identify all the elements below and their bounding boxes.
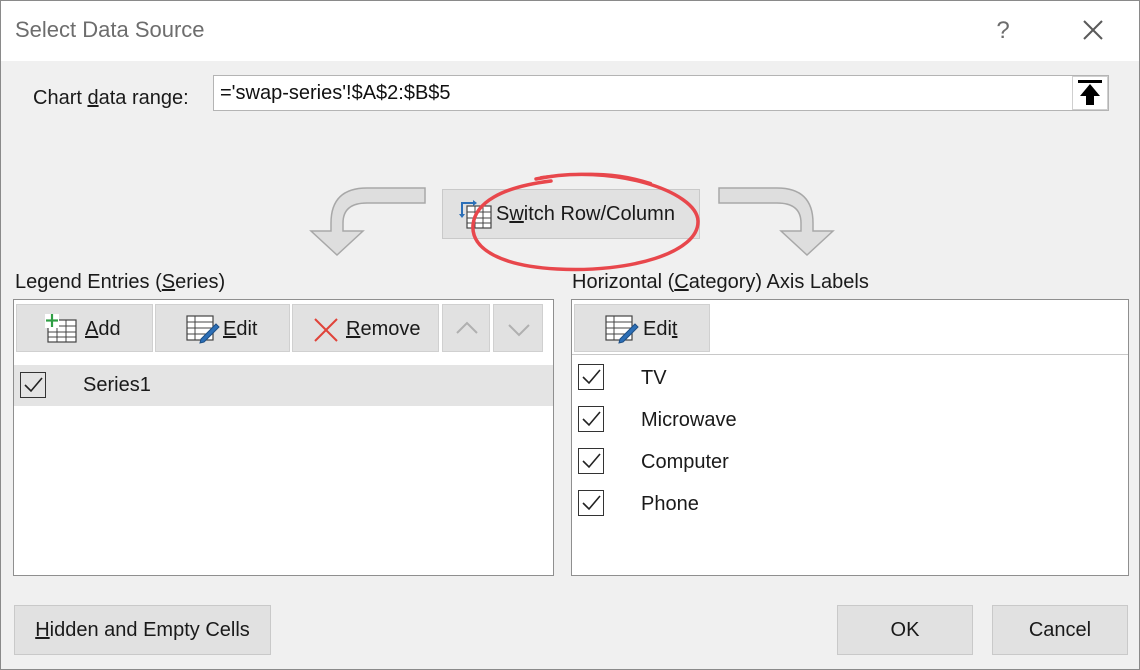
title-bar: Select Data Source ?	[1, 1, 1139, 61]
close-icon	[1083, 20, 1103, 40]
legend-entries-panel: Add Edit Remove Series1	[13, 299, 554, 576]
checkmark-icon	[582, 495, 601, 511]
move-down-button[interactable]	[493, 304, 543, 352]
switch-row-column-label: Switch Row/Column	[496, 203, 675, 225]
category-checkbox[interactable]	[578, 448, 604, 474]
edit-series-label: Edit	[223, 318, 258, 340]
edit-table-icon	[605, 315, 639, 344]
switch-row-column-button[interactable]: Switch Row/Column	[442, 189, 700, 239]
add-series-button[interactable]: Add	[16, 304, 153, 352]
category-checkbox[interactable]	[578, 490, 604, 516]
remove-series-label: Remove	[346, 318, 421, 340]
move-up-button[interactable]	[442, 304, 490, 352]
up-arrow-icon	[1078, 80, 1102, 105]
edit-series-button[interactable]: Edit	[155, 304, 290, 352]
add-series-label: Add	[85, 318, 121, 340]
category-label: Microwave	[641, 409, 737, 431]
checkmark-icon	[582, 411, 601, 427]
remove-x-icon	[314, 318, 338, 342]
chart-data-range-label: Chart data range:	[33, 87, 189, 109]
checkmark-icon	[24, 377, 43, 393]
category-label: Computer	[641, 451, 729, 473]
category-label: Phone	[641, 493, 699, 515]
close-button[interactable]	[1073, 13, 1113, 49]
ok-button[interactable]: OK	[837, 605, 973, 655]
edit-table-icon	[186, 315, 220, 344]
checkmark-icon	[582, 453, 601, 469]
legend-entries-label: Legend Entries (Series)	[15, 271, 226, 293]
category-list-item[interactable]: Microwave	[572, 398, 1128, 440]
category-list-item[interactable]: Phone	[572, 482, 1128, 524]
category-checkbox[interactable]	[578, 406, 604, 432]
select-data-source-dialog: Select Data Source ? Chart data range: =…	[0, 0, 1140, 670]
dialog-title: Select Data Source	[15, 17, 205, 42]
hidden-and-empty-cells-button[interactable]: Hidden and Empty Cells	[14, 605, 271, 655]
curved-arrow-right-icon	[718, 187, 835, 257]
category-axis-panel: Edit TV Microwave Computer Phone	[571, 299, 1129, 576]
help-button[interactable]: ?	[986, 13, 1020, 49]
series-checkbox[interactable]	[20, 372, 46, 398]
toolbar-divider	[572, 354, 1128, 355]
add-table-icon	[45, 314, 77, 343]
series-list-item[interactable]: Series1	[14, 365, 553, 406]
checkmark-icon	[582, 369, 601, 385]
edit-axis-labels-button[interactable]: Edit	[574, 304, 710, 352]
chevron-down-icon	[508, 324, 530, 337]
category-list-item[interactable]: TV	[572, 356, 1128, 398]
category-axis-labels-label: Horizontal (Category) Axis Labels	[572, 271, 869, 293]
collapse-dialog-button[interactable]	[1072, 76, 1108, 110]
series-label: Series1	[83, 374, 151, 396]
category-list-item[interactable]: Computer	[572, 440, 1128, 482]
switch-row-column-icon	[459, 200, 492, 229]
cancel-button[interactable]: Cancel	[992, 605, 1128, 655]
category-checkbox[interactable]	[578, 364, 604, 390]
curved-arrow-left-icon	[309, 187, 426, 257]
edit-axis-labels-label: Edit	[643, 318, 678, 340]
chart-data-range-input[interactable]: ='swap-series'!$A$2:$B$5	[213, 75, 1109, 111]
remove-series-button[interactable]: Remove	[292, 304, 439, 352]
category-label: TV	[641, 367, 667, 389]
chevron-up-icon	[456, 321, 478, 334]
